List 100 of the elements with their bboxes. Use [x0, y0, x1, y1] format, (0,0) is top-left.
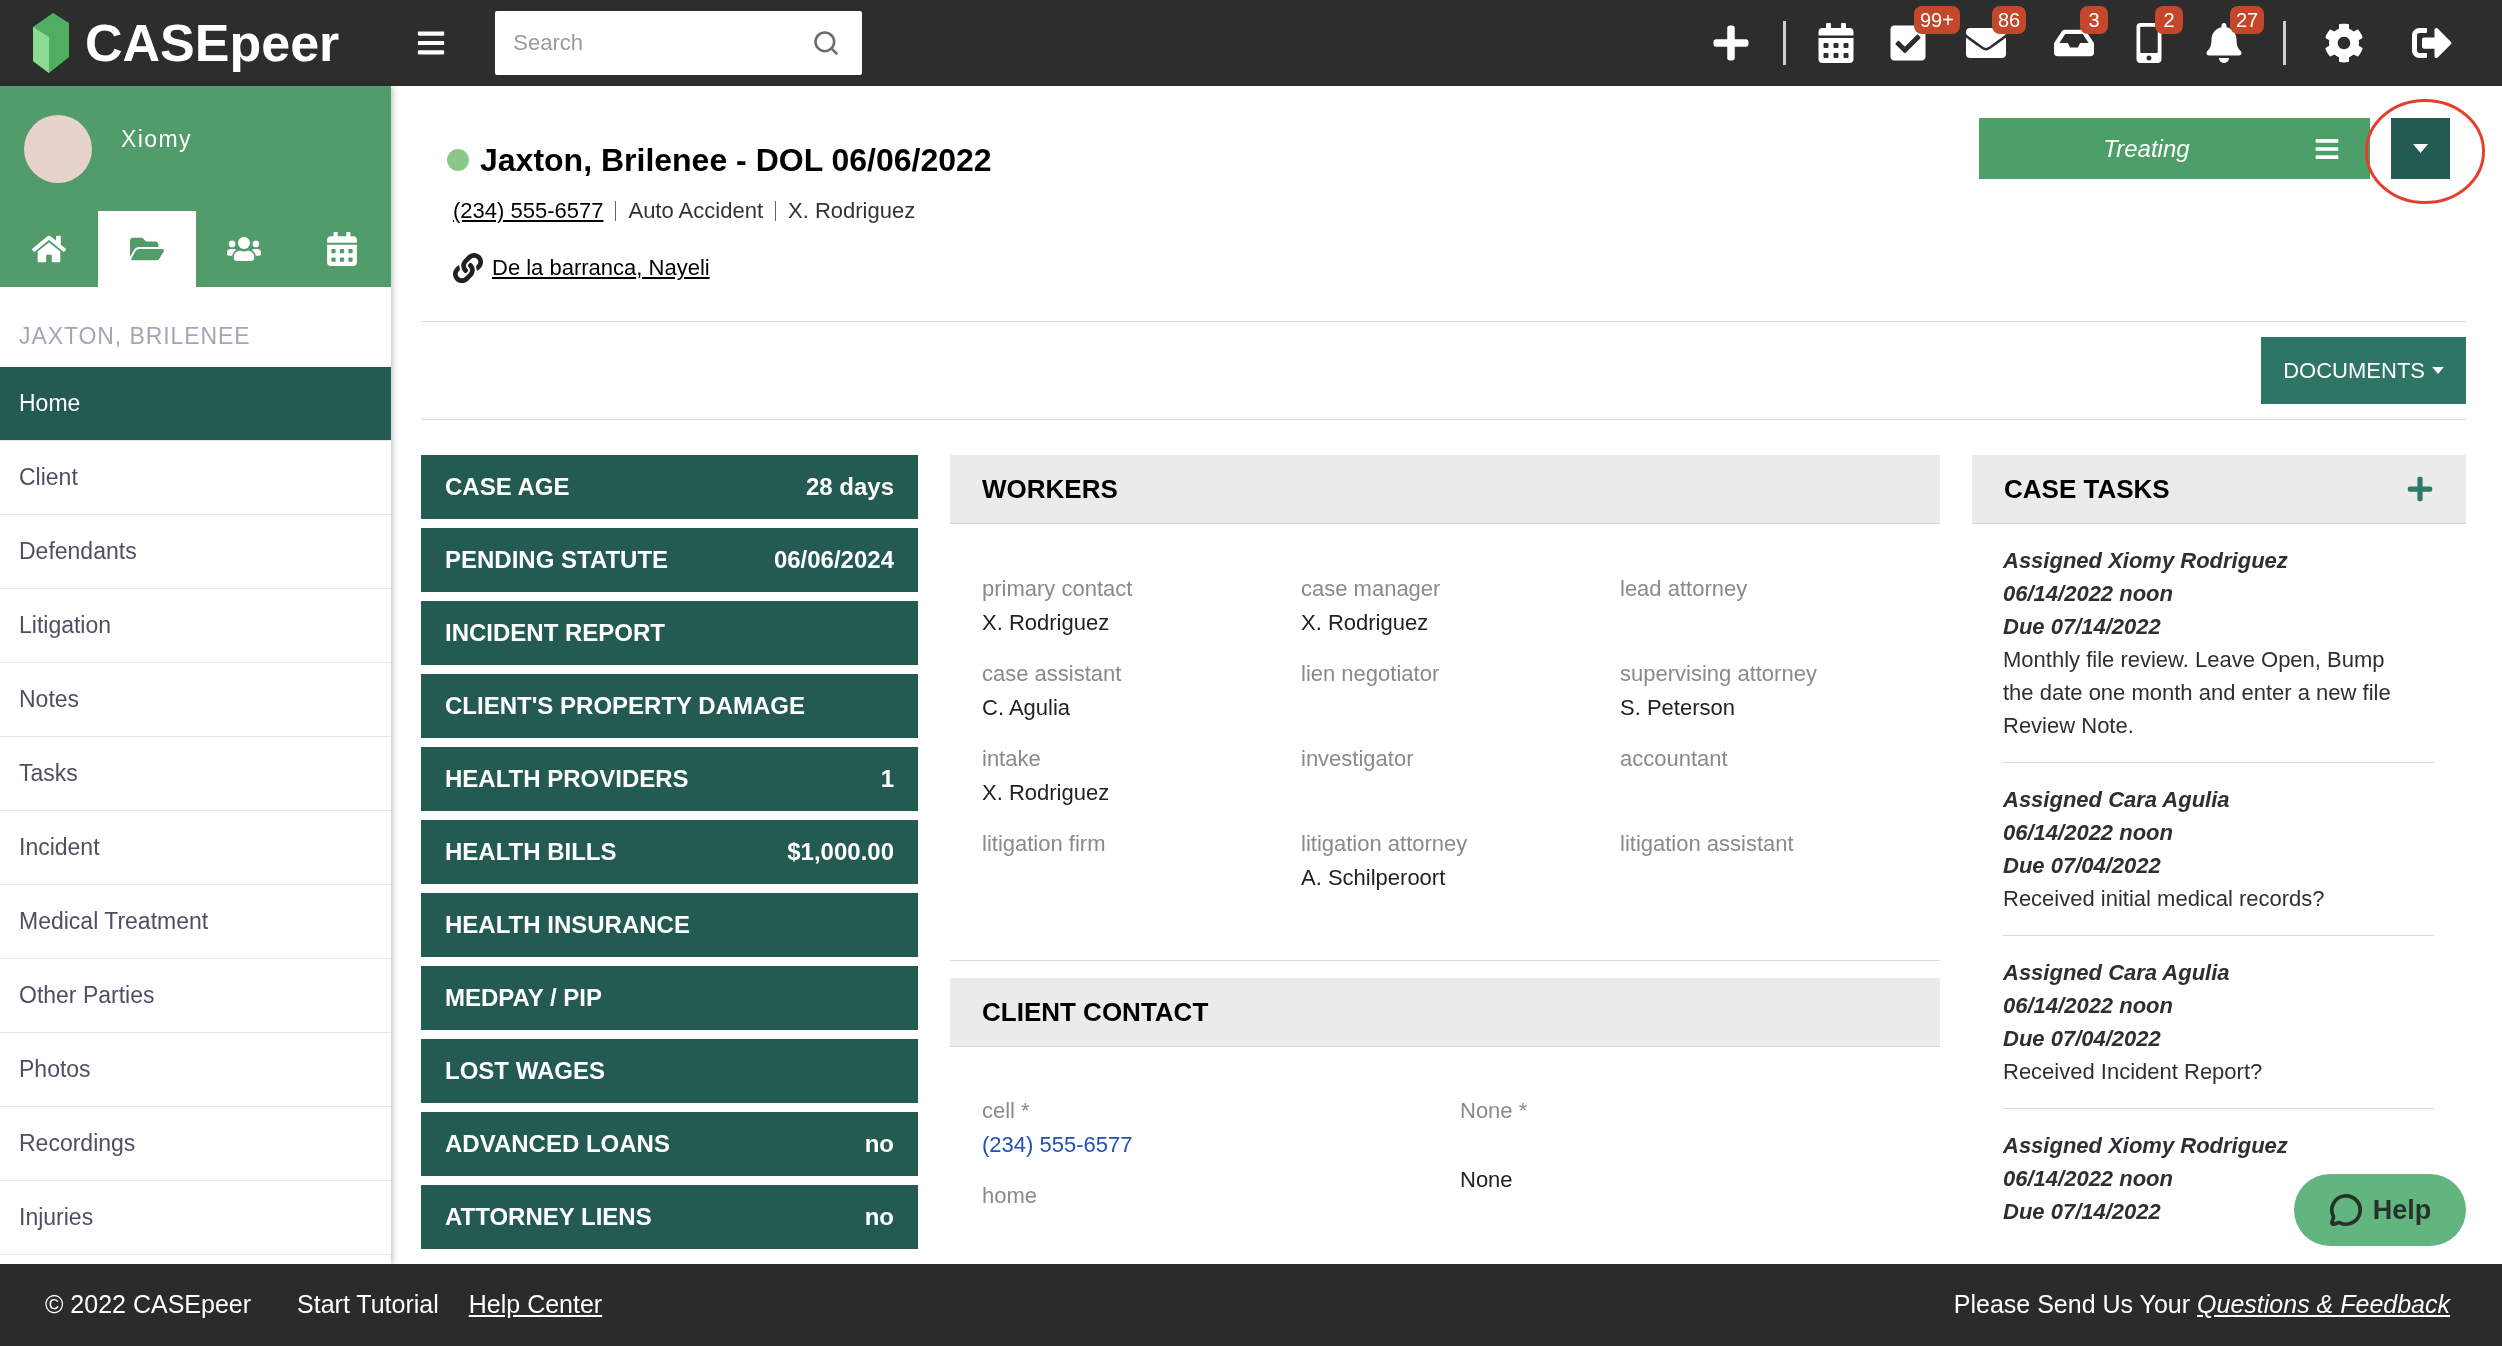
nav-item[interactable]: Tasks [0, 737, 391, 811]
help-center-link[interactable]: Help Center [468, 1286, 603, 1324]
worker-role-label: lead attorney [1620, 575, 1748, 603]
stat-label: HEALTH BILLS [445, 837, 617, 867]
worker-name: C. Agulia [982, 694, 1071, 722]
worker-name: X. Rodriguez [982, 609, 1110, 637]
cases-tab[interactable] [97, 211, 196, 287]
stat-tile[interactable]: HEALTH PROVIDERS 1 [421, 747, 918, 811]
worker-role-label: case assistant [982, 660, 1122, 688]
user-name: Xiomy [121, 125, 192, 155]
search-icon [812, 29, 841, 57]
stat-value: 1 [880, 764, 894, 794]
stat-label: HEALTH PROVIDERS [445, 764, 689, 794]
nav-item[interactable]: Litigation [0, 589, 391, 663]
task-created-date: 06/14/2022 noon [2003, 992, 2173, 1020]
case-type: Auto Accident [628, 197, 763, 225]
count-badge: 99+ [1914, 6, 1960, 34]
worker-name: A. Schilperoort [1301, 864, 1446, 892]
case-title: Jaxton, Brilenee - DOL 06/06/2022 [480, 141, 992, 180]
task-due-date: Due 07/14/2022 [2003, 613, 2161, 641]
stat-label: MEDPAY / PIP [445, 983, 602, 1013]
plus-icon [2406, 475, 2434, 503]
logo-link[interactable]: CASEpeer [29, 13, 340, 73]
worker-role-label: accountant [1620, 745, 1728, 773]
task-created-date: 06/14/2022 noon [2003, 580, 2173, 608]
nav-item[interactable]: Home [0, 367, 391, 441]
section-title: WORKERS [982, 472, 1118, 506]
stat-tile[interactable]: ATTORNEY LIENS no [421, 1185, 918, 1249]
task-due-date: Due 07/14/2022 [2003, 1198, 2161, 1226]
phone-number-link[interactable]: (234) 555-6577 [982, 1128, 1133, 1162]
search-field[interactable]: Search [495, 11, 863, 75]
calendar-icon [1816, 23, 1856, 63]
stat-tile[interactable]: PENDING STATUTE 06/06/2024 [421, 528, 918, 592]
nav-item[interactable]: Medical Treatment [0, 885, 391, 959]
worker-name: X. Rodriguez [982, 779, 1110, 807]
nav-item[interactable]: Other Parties [0, 959, 391, 1033]
stat-label: CLIENT'S PROPERTY DAMAGE [445, 691, 805, 721]
stat-tile[interactable]: CASE AGE 28 days [421, 455, 918, 519]
feedback-prompt: Please Send Us Your [1953, 1289, 2191, 1321]
worker-role-label: litigation assistant [1620, 830, 1794, 858]
assigned-staff: X. Rodriguez [788, 197, 916, 225]
count-badge: 27 [2230, 6, 2265, 34]
task-description: Received initial medical records? [2003, 885, 2326, 913]
worker-role-label: primary contact [982, 575, 1133, 603]
task-assignee: Assigned Cara Agulia [2003, 786, 2230, 814]
stat-tile[interactable]: INCIDENT REPORT [421, 601, 918, 665]
task-due-date: Due 07/04/2022 [2003, 1025, 2161, 1053]
section-title: CLIENT CONTACT [982, 995, 1209, 1029]
nav-item[interactable]: Client [0, 441, 391, 515]
stat-tile[interactable]: HEALTH BILLS $1,000.00 [421, 820, 918, 884]
stat-label: HEALTH INSURANCE [445, 910, 690, 940]
plus-icon [1711, 23, 1751, 63]
task-due-date: Due 07/04/2022 [2003, 852, 2161, 880]
help-button[interactable]: Help [2294, 1174, 2466, 1246]
start-tutorial-link[interactable]: Start Tutorial [297, 1286, 439, 1324]
worker-role-label: lien negotiator [1301, 660, 1440, 688]
count-badge: 86 [1992, 6, 2027, 34]
phone-link[interactable]: (234) 555-6577 [453, 196, 604, 226]
contact-field-label: home [982, 1182, 1038, 1210]
worker-role-label: litigation attorney [1301, 830, 1468, 858]
stat-value: $1,000.00 [787, 837, 894, 867]
stat-tile[interactable]: MEDPAY / PIP [421, 966, 918, 1030]
nav-item[interactable]: Recordings [0, 1107, 391, 1181]
section-title: CASE TASKS [2004, 472, 2170, 506]
stat-tile[interactable]: HEALTH INSURANCE [421, 893, 918, 957]
worker-role-label: litigation firm [982, 830, 1106, 858]
related-contact-link[interactable]: De la barranca, Nayeli [492, 253, 710, 283]
worker-name: S. Peterson [1620, 694, 1735, 722]
stat-tile[interactable]: ADVANCED LOANS no [421, 1112, 918, 1176]
chat-bubble-icon [2328, 1193, 2363, 1227]
contact-field-label: cell * [982, 1097, 1030, 1125]
worker-role-label: investigator [1301, 745, 1414, 773]
stat-value: 28 days [805, 472, 894, 502]
documents-button[interactable]: DOCUMENTS [2261, 337, 2466, 404]
worker-name: X. Rodriguez [1301, 609, 1429, 637]
worker-role-label: case manager [1301, 575, 1441, 603]
caret-icon [2413, 144, 2428, 153]
stat-label: ADVANCED LOANS [445, 1129, 670, 1159]
count-badge: 2 [2155, 6, 2183, 34]
stat-tile[interactable]: LOST WAGES [421, 1039, 918, 1103]
copyright-text: © 2022 CASEpeer [45, 1289, 252, 1321]
task-assignee: Assigned Xiomy Rodriguez [2003, 547, 2288, 575]
feedback-link[interactable]: Questions & Feedback [2197, 1286, 2450, 1324]
stat-tile[interactable]: CLIENT'S PROPERTY DAMAGE [421, 674, 918, 738]
contact-field-value: None [1460, 1166, 1513, 1194]
nav-item[interactable]: Notes [0, 663, 391, 737]
worker-role-label: supervising attorney [1620, 660, 1817, 688]
nav-item[interactable]: Defendants [0, 515, 391, 589]
caret-icon [2432, 367, 2444, 374]
stat-label: PENDING STATUTE [445, 545, 669, 575]
stat-label: INCIDENT REPORT [445, 618, 665, 648]
stat-value: no [864, 1202, 894, 1232]
nav-item[interactable]: Incident [0, 811, 391, 885]
task-created-date: 06/14/2022 noon [2003, 1165, 2173, 1193]
nav-item[interactable]: Photos [0, 1033, 391, 1107]
stat-label: CASE AGE [445, 472, 570, 502]
stat-label: LOST WAGES [445, 1056, 605, 1086]
case-name-heading: JAXTON, BRILENEE [19, 323, 251, 349]
nav-item[interactable]: Injuries [0, 1181, 391, 1255]
chain-link-icon [453, 253, 483, 283]
